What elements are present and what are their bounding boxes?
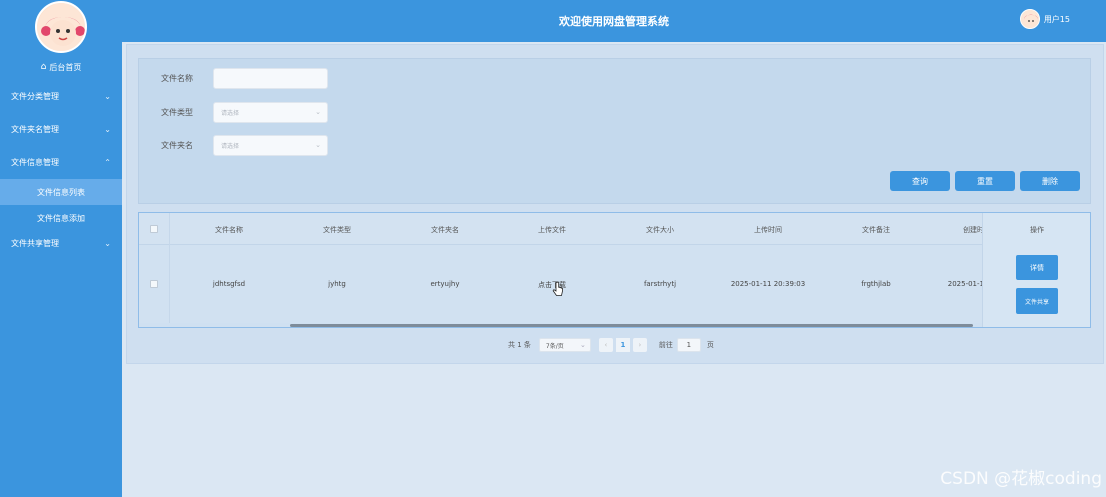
- search-panel: 文件名称 文件类型 请选择 ⌄ 文件夹名 请选择 ⌄ 查询 重置 删除: [138, 58, 1091, 204]
- cell-upload-time: 2025-01-11 20:39:03: [730, 280, 806, 288]
- sidebar-item-label: 文件共享管理: [11, 238, 59, 248]
- sidebar-item-label: 文件夹名管理: [11, 125, 59, 134]
- user-menu[interactable]: 用户15: [1019, 9, 1070, 29]
- page-suffix: 页: [706, 341, 714, 349]
- reset-button[interactable]: 重置: [955, 171, 1015, 191]
- chevron-up-icon: ⌃: [104, 158, 111, 167]
- avatar-area: [0, 0, 122, 54]
- goto-page-input[interactable]: 1: [676, 338, 701, 352]
- sidebar: ⌂ 后台首页 文件分类管理 ⌄ 文件夹名管理 ⌄ 文件信息管理 ⌃ 文件信息列表…: [0, 0, 122, 497]
- cell-file-name: jdhtsgfsd: [212, 280, 246, 288]
- sidebar-subitem-file-info-add[interactable]: 文件信息添加: [0, 205, 122, 231]
- row-checkbox[interactable]: [150, 280, 158, 288]
- file-type-row: 文件类型 请选择 ⌄: [161, 102, 328, 123]
- sidebar-item-home[interactable]: ⌂ 后台首页: [0, 54, 122, 80]
- watermark: CSDN @花椒coding: [940, 469, 1102, 489]
- prev-page-icon[interactable]: ‹: [598, 338, 613, 352]
- sidebar-item-file-info[interactable]: 文件信息管理 ⌃: [0, 146, 122, 179]
- cell-created: 2025-01-1: [947, 280, 984, 288]
- sidebar-item-folder-name[interactable]: 文件夹名管理 ⌄: [0, 113, 122, 146]
- pagination: 共 1 条 7条/页 ⌄ ‹ 1 › 前往 1 页: [508, 338, 714, 352]
- file-name-label: 文件名称: [161, 74, 193, 83]
- operation-column: 操作 详情 文件共享: [982, 213, 1090, 327]
- detail-button[interactable]: 详情: [1016, 255, 1058, 280]
- avatar[interactable]: [35, 1, 87, 53]
- col-header-file-type[interactable]: 文件类型: [307, 225, 367, 235]
- chevron-down-icon: ⌄: [315, 141, 321, 149]
- sidebar-item-label: 后台首页: [49, 62, 82, 72]
- cell-remark: frgthjlab: [861, 280, 891, 288]
- file-table: 文件名称 文件类型 文件夹名 上传文件 文件大小 上传时间 文件备注 创建时 j…: [138, 212, 1091, 328]
- file-name-row: 文件名称: [161, 68, 328, 89]
- delete-button[interactable]: 删除: [1020, 171, 1080, 191]
- select-all-checkbox[interactable]: [150, 225, 158, 233]
- file-name-input[interactable]: [213, 68, 328, 89]
- file-type-label: 文件类型: [161, 108, 193, 117]
- pagination-total: 共 1 条: [508, 341, 531, 349]
- user-avatar-icon: [1020, 10, 1039, 28]
- sidebar-item-file-share[interactable]: 文件共享管理 ⌄: [0, 231, 122, 255]
- cell-file-size: farstrhytj: [643, 280, 677, 288]
- sidebar-item-label: 文件信息管理: [11, 158, 59, 167]
- file-type-placeholder: 请选择: [221, 110, 240, 117]
- file-type-select[interactable]: 请选择 ⌄: [213, 102, 328, 123]
- col-header-created[interactable]: 创建时: [944, 225, 984, 235]
- col-header-file-name[interactable]: 文件名称: [199, 225, 259, 235]
- folder-name-placeholder: 请选择: [221, 143, 240, 150]
- folder-name-select[interactable]: 请选择 ⌄: [213, 135, 328, 156]
- col-header-upload-file[interactable]: 上传文件: [522, 225, 582, 235]
- sidebar-subitem-label: 文件信息添加: [37, 213, 85, 223]
- horizontal-scrollbar[interactable]: [290, 324, 973, 327]
- col-header-file-size[interactable]: 文件大小: [630, 225, 690, 235]
- col-header-folder-name[interactable]: 文件夹名: [415, 225, 475, 235]
- sidebar-subitem-file-info-list[interactable]: 文件信息列表: [0, 179, 122, 205]
- user-avatar[interactable]: [1019, 9, 1040, 29]
- chevron-down-icon: ⌄: [104, 125, 111, 134]
- cell-file-type: jyhtg: [328, 280, 346, 288]
- chevron-down-icon: ⌄: [580, 341, 586, 349]
- page-title: 欢迎使用网盘管理系统: [559, 15, 669, 28]
- table-row[interactable]: jdhtsgfsd jyhtg ertyujhy 点击下载 farstrhytj…: [139, 245, 1090, 323]
- sidebar-subitem-label: 文件信息列表: [37, 187, 85, 197]
- folder-name-row: 文件夹名 请选择 ⌄: [161, 135, 328, 156]
- goto-label: 前往: [658, 341, 673, 349]
- page-size-value: 7条/页: [545, 342, 564, 350]
- chevron-down-icon: ⌄: [104, 238, 111, 248]
- chevron-down-icon: ⌄: [315, 108, 321, 116]
- column-divider: [169, 213, 170, 323]
- folder-name-label: 文件夹名: [161, 141, 193, 150]
- cell-folder-name: ertyujhy: [430, 280, 460, 288]
- page-number-current[interactable]: 1: [615, 338, 630, 352]
- table-header: 文件名称 文件类型 文件夹名 上传文件 文件大小 上传时间 文件备注 创建时: [139, 213, 1090, 245]
- query-button[interactable]: 查询: [890, 171, 950, 191]
- file-share-button[interactable]: 文件共享: [1016, 288, 1058, 314]
- top-header: 欢迎使用网盘管理系统 用户15: [122, 0, 1106, 42]
- col-header-remark[interactable]: 文件备注: [846, 225, 906, 235]
- next-page-icon[interactable]: ›: [632, 338, 647, 352]
- col-header-operation: 操作: [1030, 226, 1044, 234]
- sidebar-item-label: 文件分类管理: [11, 92, 59, 101]
- chevron-down-icon: ⌄: [104, 92, 111, 101]
- col-header-upload-time[interactable]: 上传时间: [738, 225, 798, 235]
- hand-cursor-icon: [552, 282, 563, 296]
- user-name: 用户15: [1043, 14, 1070, 24]
- page-size-select[interactable]: 7条/页 ⌄: [538, 338, 591, 352]
- sidebar-item-file-category[interactable]: 文件分类管理 ⌄: [0, 80, 122, 113]
- avatar-icon: [37, 3, 85, 51]
- home-icon: ⌂: [40, 62, 47, 72]
